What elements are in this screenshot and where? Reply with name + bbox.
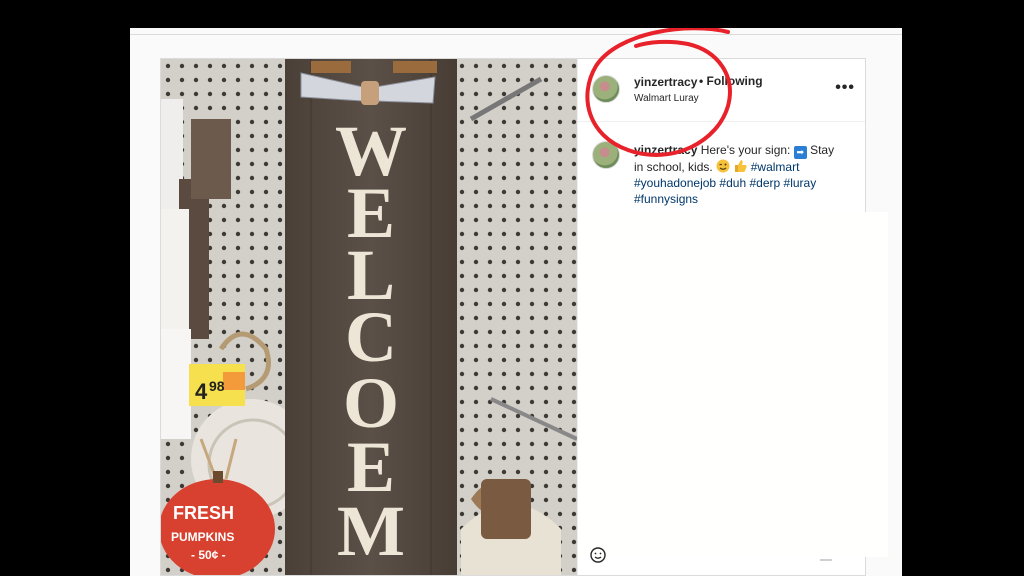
price-tag: 4 98 <box>189 364 245 406</box>
hashtag-link[interactable]: #walmart <box>751 160 800 174</box>
hashtag-link[interactable]: #duh <box>719 176 746 190</box>
pumpkin-sign-line1: FRESH <box>173 503 234 523</box>
pumpkin-sign-line3: - 50¢ - <box>191 548 226 562</box>
photo-illustration: 4 98 FRESH PUMPKINS - 50¢ - W E L C O E … <box>161 59 577 575</box>
sign-letter-7: M <box>337 491 405 571</box>
emoji-picker-icon[interactable] <box>590 547 606 563</box>
price-tag-main: 4 <box>195 379 208 404</box>
following-button[interactable]: • Following <box>699 74 763 88</box>
divider <box>130 34 902 35</box>
hashtag-link[interactable]: #youhadonejob <box>634 176 716 190</box>
caption-text-1: Here's your sign: <box>700 143 791 157</box>
wink-emoji-icon <box>716 159 730 173</box>
hashtag-link[interactable]: #funnysigns <box>634 192 698 206</box>
post-button-hint <box>820 559 832 561</box>
more-options-icon[interactable]: ••• <box>835 79 855 97</box>
avatar[interactable] <box>592 75 620 103</box>
post-header: yinzertracy • Following Walmart Luray ••… <box>578 59 865 122</box>
price-tag-cents: 98 <box>209 378 225 394</box>
app-screen: 4 98 FRESH PUMPKINS - 50¢ - W E L C O E … <box>130 28 902 576</box>
caption-avatar[interactable] <box>592 141 620 169</box>
caption-username[interactable]: yinzertracy <box>634 143 697 157</box>
hashtag-link[interactable]: #derp <box>749 176 780 190</box>
right-arrow-emoji-icon: ➡ <box>793 146 807 159</box>
post-location[interactable]: Walmart Luray <box>634 93 699 104</box>
post-photo[interactable]: 4 98 FRESH PUMPKINS - 50¢ - W E L C O E … <box>161 59 577 575</box>
thumbs-up-emoji-icon <box>735 160 748 172</box>
blank-overlay <box>578 212 888 557</box>
welcome-letters: W E L C O E M <box>335 111 407 571</box>
post-caption: yinzertracy Here's your sign: ➡ Stay in … <box>634 142 844 207</box>
post-username[interactable]: yinzertracy <box>634 75 697 89</box>
pumpkin-sign-line2: PUMPKINS <box>171 530 234 544</box>
hashtag-link[interactable]: #luray <box>784 176 817 190</box>
